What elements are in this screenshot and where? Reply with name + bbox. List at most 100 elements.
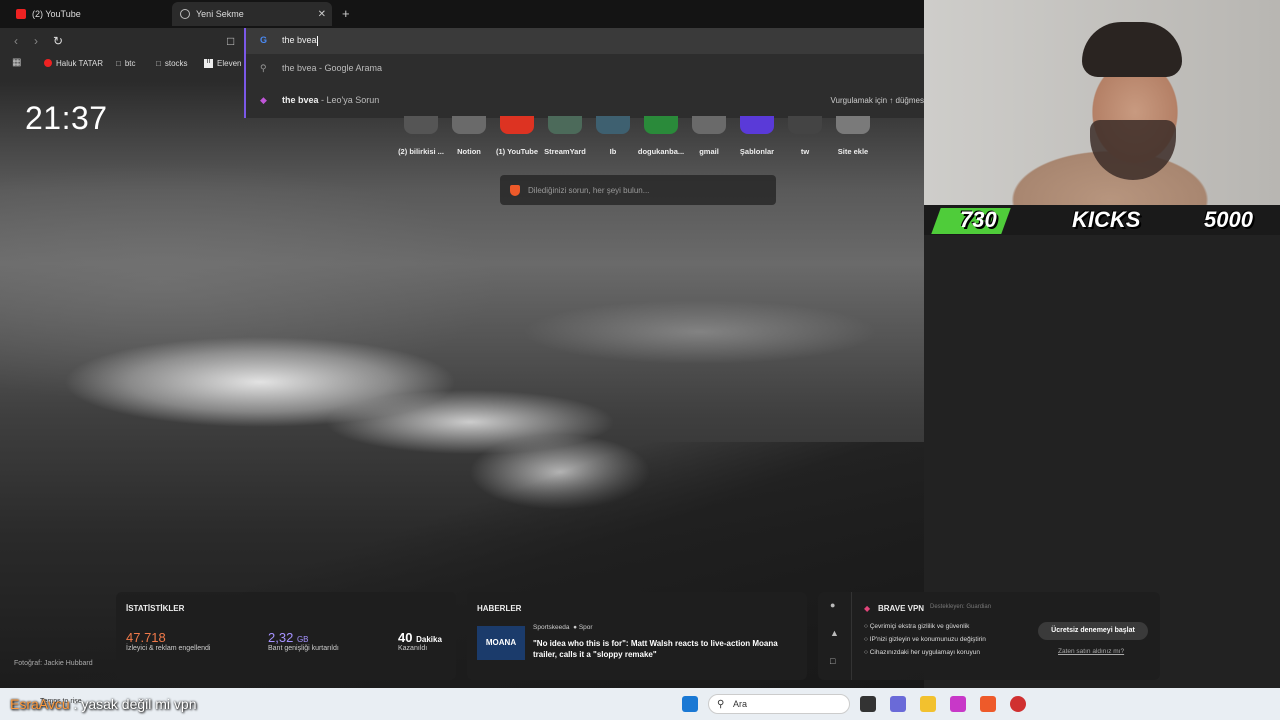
vpn-feature: ○ IP'nizi gizleyin ve konumunuzu değişti… <box>864 636 986 643</box>
vpn-feature: ○ Çevrimiçi ekstra gizlilik ve güvenlik <box>864 623 970 630</box>
bookmarks-bar: ▦ Haluk TATAR □ btc □ stocks II Eleven <box>0 54 244 72</box>
kills-count: 730 <box>960 207 997 232</box>
address-bar[interactable]: G the bvea <box>244 28 924 54</box>
search-icon: ⚲ <box>260 62 267 73</box>
stream-stats-banner: 730 KICKS 5000 <box>924 205 1280 235</box>
close-tab-icon[interactable]: ✕ <box>318 9 326 20</box>
tab-bar: (2) YouTube Yeni Sekme ✕ + <box>0 0 924 28</box>
reload-button[interactable]: ↻ <box>53 34 63 48</box>
vpn-logo-icon: ◆ <box>864 604 871 613</box>
chat-overlay: EsraAvcu : yasak değil mi vpn <box>10 696 197 712</box>
youtube-icon <box>16 9 26 19</box>
tab-youtube[interactable]: (2) YouTube <box>8 2 168 26</box>
new-tab-button[interactable]: + <box>342 6 350 21</box>
vpn-features: ○ Çevrimiçi ekstra gizlilik ve güvenlik … <box>864 620 986 659</box>
leo-icon: ◆ <box>260 94 267 105</box>
vpn-already-purchased-link[interactable]: Zaten satın aldınız mı? <box>1058 648 1124 655</box>
suggestion-query: the bvea <box>282 95 319 105</box>
vpn-widget-sidebar: ● ▲ □ <box>818 592 852 680</box>
suggestion-google[interactable]: ⚲ the bvea - Google Arama <box>246 54 924 82</box>
task-view-icon[interactable] <box>860 696 876 712</box>
folder-icon: □ <box>156 58 161 68</box>
vpn-title: BRAVE VPN <box>878 604 925 613</box>
taskbar-search-label: Ara <box>733 699 748 709</box>
stats-widget: İSTATİSTİKLER 47.718 İzleyici & reklam e… <box>116 592 456 680</box>
youtube-icon <box>44 59 52 67</box>
snipping-tool-icon[interactable] <box>950 696 966 712</box>
triangle-icon[interactable]: ▲ <box>830 628 839 638</box>
suggestion-suffix: - Google Arama <box>316 63 383 73</box>
bandwidth-value: 2,32 <box>268 630 294 645</box>
bookmark-label: stocks <box>164 58 188 68</box>
vpn-trial-button[interactable]: Ücretsiz denemeyi başlat <box>1038 622 1148 640</box>
suggestion-hint: Vurgulamak için ↑ düğmes <box>830 95 924 105</box>
suggestions-dropdown: ⚲ the bvea - Google Arama ◆ the bvea - L… <box>244 54 924 118</box>
chat-user: EsraAvcu <box>10 696 70 712</box>
brave-icon <box>180 9 190 19</box>
clock: 21:37 <box>25 100 108 136</box>
tab-label: Yeni Sekme <box>196 9 244 19</box>
taskbar-search[interactable]: ⚲ Ara <box>708 694 850 714</box>
news-category: Spor <box>578 624 593 631</box>
shield-icon[interactable]: ● <box>830 600 835 610</box>
stats-title: İSTATİSTİKLER <box>126 604 185 613</box>
trackers-value: 47.718 <box>126 630 166 645</box>
bookmark-stocks[interactable]: □ stocks <box>156 56 188 70</box>
address-input[interactable]: the bvea <box>282 35 317 45</box>
tab-new-tab[interactable]: Yeni Sekme ✕ <box>172 2 332 26</box>
forward-button[interactable]: › <box>34 34 38 48</box>
google-icon: G <box>260 35 268 45</box>
news-title: HABERLER <box>477 604 522 613</box>
back-button[interactable]: ‹ <box>14 34 18 48</box>
bandwidth-unit: GB <box>296 635 309 644</box>
top-site-label: Site ekle <box>837 147 869 156</box>
windows-start-icon[interactable] <box>682 696 698 712</box>
copilot-icon[interactable] <box>890 696 906 712</box>
bookmark-label: Eleven <box>217 58 242 68</box>
suggestion-query: the bvea <box>282 63 317 73</box>
bandwidth-label: Bant genişliği kurtarıldı <box>268 645 339 652</box>
vpn-feature-text: Cihazınızdaki her uygulamayı koruyun <box>869 649 980 656</box>
vpn-supported-label: Destekleyen: <box>930 604 965 610</box>
news-source: Sportskeeda ● Spor <box>533 624 593 631</box>
brave-taskbar-icon[interactable] <box>980 696 996 712</box>
time-value: 40 <box>398 630 413 645</box>
news-thumbnail: MOANA <box>477 626 525 660</box>
search-icon: ⚲ <box>717 698 725 710</box>
bookmark-btc[interactable]: □ btc <box>116 56 136 70</box>
trackers-label: İzleyici & reklam engellendi <box>126 645 211 652</box>
search-placeholder: Dilediğinizi sorun, her şeyi bulun... <box>528 185 650 195</box>
bookmark-haluk-tatar[interactable]: Haluk TATAR <box>44 56 103 70</box>
tab-label: (2) YouTube <box>32 9 81 19</box>
file-explorer-icon[interactable] <box>920 696 936 712</box>
news-source-name: Sportskeeda <box>533 624 570 631</box>
vpn-widget: ● ▲ □ ◆ BRAVE VPN Destekleyen: Guardian … <box>818 592 1160 680</box>
vpn-feature: ○ Cihazınızdaki her uygulamayı koruyun <box>864 649 980 656</box>
bookmarks-bar-bottom <box>0 72 244 82</box>
goal-count: 5000 <box>1204 207 1253 232</box>
chrome-icon[interactable] <box>1010 696 1026 712</box>
new-tab-search-box[interactable]: Dilediğinizi sorun, her şeyi bulun... <box>500 175 776 205</box>
elevenlabs-icon: II <box>204 58 213 68</box>
time-label: Kazanıldı <box>398 645 428 652</box>
trackers-stat: 47.718 İzleyici & reklam engellendi <box>126 630 210 652</box>
bookmark-icon[interactable]: □ <box>227 34 234 48</box>
folder-icon: □ <box>116 58 121 68</box>
time-stat: 40 Dakika Kazanıldı <box>398 630 442 652</box>
brave-logo-icon <box>510 184 520 196</box>
top-sites: (2) bilirkisi ... Notion (1) YouTube Str… <box>392 116 872 156</box>
card-icon[interactable]: □ <box>830 656 835 666</box>
news-headline[interactable]: "No idea who this is for": Matt Walsh re… <box>533 638 801 660</box>
news-thumbnail-text: MOANA <box>485 638 517 647</box>
vpn-partner: Guardian <box>966 604 992 610</box>
suggestion-leo[interactable]: ◆ the bvea - Leo'ya Sorun Vurgulamak içi… <box>246 86 924 114</box>
apps-grid-icon[interactable]: ▦ <box>12 57 21 68</box>
vpn-supported-by: Destekleyen: Guardian <box>930 604 991 610</box>
bookmark-label: btc <box>124 58 136 68</box>
bookmark-label: Haluk TATAR <box>56 58 103 68</box>
time-unit: Dakika <box>416 635 442 644</box>
news-widget[interactable]: HABERLER MOANA Sportskeeda ● Spor "No id… <box>467 592 807 680</box>
top-site-add[interactable]: Site ekle <box>824 116 882 156</box>
photo-credit[interactable]: Fotoğraf: Jackie Hubbard <box>14 660 93 667</box>
bookmark-eleven[interactable]: II Eleven <box>204 56 241 70</box>
